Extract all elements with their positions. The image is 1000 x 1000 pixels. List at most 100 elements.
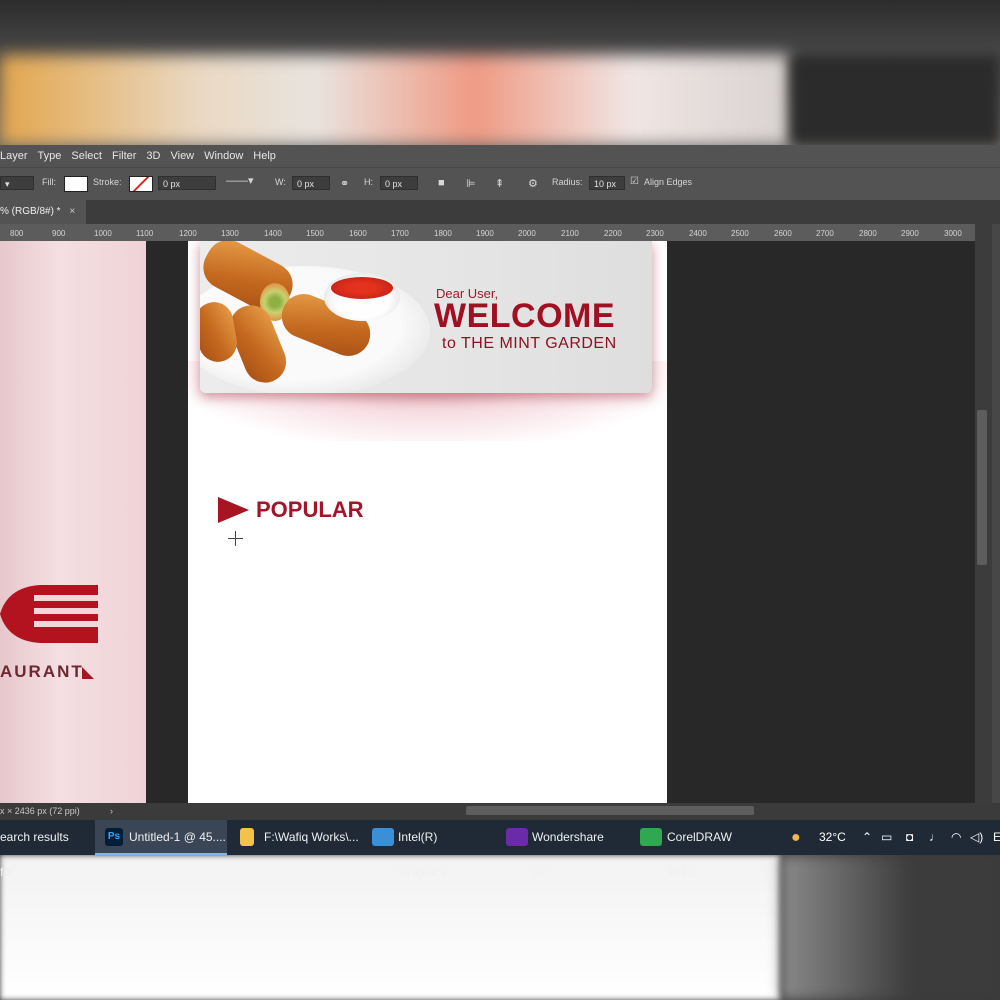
menu-view[interactable]: View (170, 150, 194, 162)
blurred-dark-backdrop-bottom (780, 855, 1000, 1000)
ruler-label: 1400 (264, 229, 282, 238)
taskbar-item-intel[interactable]: Intel(R) Graphics... (366, 820, 494, 879)
gear-icon[interactable]: ⚙ (528, 177, 538, 190)
taskbar-item-wondershare[interactable]: Wondershare Un... (500, 820, 630, 879)
banner-welcome: WELCOME (434, 297, 616, 335)
menu-filter[interactable]: Filter (112, 150, 136, 162)
photoshop-icon: Ps (105, 828, 123, 846)
horizontal-scroll-thumb[interactable] (466, 806, 754, 815)
stroke-label: Stroke: (93, 177, 122, 187)
menu-window[interactable]: Window (204, 150, 243, 162)
chevron-up-icon[interactable]: ⌃ (862, 820, 872, 855)
h-label: H: (364, 177, 373, 187)
menu-bar: Layer Type Select Filter 3D View Window … (0, 145, 1000, 167)
ruler-label: 1700 (391, 229, 409, 238)
ketchup-image (331, 277, 393, 299)
taskbar-item-coreldraw[interactable]: CorelDRAW 2021... (636, 820, 770, 879)
blurred-dark-backdrop (790, 55, 1000, 145)
w-label: W: (275, 177, 286, 187)
weather-icon[interactable]: ● (791, 820, 801, 855)
document-tab-row: % (RGB/8#) * × (0, 200, 1000, 224)
ruler-label: 3000 (944, 229, 962, 238)
align-edges-label: Align Edges (644, 177, 693, 187)
stroke-width-field[interactable]: 0 px (158, 176, 216, 190)
width-field[interactable]: 0 px (292, 176, 330, 190)
align-edges-checkbox[interactable]: ☑ (630, 176, 639, 187)
height-field[interactable]: 0 px (380, 176, 418, 190)
menu-type[interactable]: Type (38, 150, 62, 162)
ruler-label: 2300 (646, 229, 664, 238)
ruler-label: 2900 (901, 229, 919, 238)
taskbar-item-search[interactable]: earch results for... (0, 820, 92, 879)
speaker-icon[interactable]: ◁) (970, 820, 983, 855)
fill-label: Fill: (42, 177, 56, 187)
microphone-icon[interactable]: ♩ (929, 820, 941, 855)
battery-icon[interactable]: ▭ (881, 820, 892, 855)
path-operations-icon[interactable]: ■ (438, 177, 445, 189)
ruler-label: 1000 (94, 229, 112, 238)
folder-icon (240, 828, 254, 846)
menu-3d[interactable]: 3D (146, 150, 160, 162)
main-artboard[interactable]: Dear User, WELCOME to THE MINT GARDEN PO… (188, 241, 667, 803)
ruler-label: 2800 (859, 229, 877, 238)
wondershare-icon (506, 828, 528, 846)
taskbar-item-label: F:\Wafiq Works\... (264, 830, 359, 844)
taskbar-item-explorer[interactable]: F:\Wafiq Works\... (232, 820, 360, 855)
taskbar-item-label: Wondershare Un... (532, 830, 604, 879)
left-artboard[interactable] (0, 241, 146, 803)
radius-field[interactable]: 10 px (589, 176, 625, 190)
close-icon[interactable]: × (69, 206, 75, 217)
crosshair-cursor-icon (228, 531, 243, 546)
welcome-banner[interactable]: Dear User, WELCOME to THE MINT GARDEN (200, 241, 652, 393)
language-indicator[interactable]: E (993, 820, 1000, 855)
taskbar-item-photoshop[interactable]: Ps Untitled-1 @ 45.... (95, 820, 227, 855)
ruler-label: 2000 (518, 229, 536, 238)
document-tab-title: % (RGB/8#) * (0, 206, 61, 217)
ruler-label: 1900 (476, 229, 494, 238)
document-tab[interactable]: % (RGB/8#) * × (0, 200, 86, 224)
ruler-label: 1800 (434, 229, 452, 238)
intel-graphics-icon (372, 828, 394, 846)
ruler-label: 2700 (816, 229, 834, 238)
ruler-label: 1500 (306, 229, 324, 238)
ruler-label: 2400 (689, 229, 707, 238)
popular-heading: POPULAR (256, 497, 364, 522)
wifi-icon[interactable]: ◠ (951, 820, 961, 855)
status-arrow-icon[interactable]: › (110, 803, 113, 820)
banner-subtitle: to THE MINT GARDEN (442, 335, 617, 352)
blurred-page-backdrop (0, 855, 780, 1000)
ruler-label: 800 (10, 229, 24, 238)
ruler-label: 1300 (221, 229, 239, 238)
ruler-label: 2600 (774, 229, 792, 238)
horizontal-ruler: 800 900 1000 1100 1200 1300 1400 1500 16… (0, 224, 975, 242)
stroke-style-select[interactable]: ——▾ (226, 174, 254, 187)
taskbar-item-label: CorelDRAW 2021... (667, 830, 732, 879)
restaurant-logo-text: AURANT (0, 662, 84, 681)
path-arrangement-icon[interactable]: ⇞ (495, 177, 504, 190)
shape-mode-select[interactable]: ▾ (0, 176, 34, 190)
camera-icon[interactable]: ◘ (906, 820, 913, 855)
windows-taskbar: earch results for... Ps Untitled-1 @ 45.… (0, 820, 1000, 879)
play-triangle-icon (218, 497, 249, 523)
ruler-label: 2200 (604, 229, 622, 238)
panel-edge (992, 224, 1000, 803)
logo-triangle (82, 667, 94, 679)
options-bar: ▾ Fill: Stroke: 0 px ——▾ W: 0 px ⚭ H: 0 … (0, 167, 1000, 201)
weather-temperature[interactable]: 32°C (819, 820, 846, 855)
menu-help[interactable]: Help (253, 150, 276, 162)
taskbar-item-label: Intel(R) Graphics... (398, 830, 457, 879)
stroke-swatch[interactable] (129, 176, 153, 192)
blurred-banner-backdrop (0, 55, 790, 145)
ruler-label: 2100 (561, 229, 579, 238)
coreldraw-icon (640, 828, 662, 846)
menu-select[interactable]: Select (71, 150, 102, 162)
ruler-label: 900 (52, 229, 66, 238)
fill-swatch[interactable] (64, 176, 88, 192)
menu-layer[interactable]: Layer (0, 150, 28, 162)
taskbar-item-label: Untitled-1 @ 45.... (129, 830, 226, 844)
ruler-label: 1600 (349, 229, 367, 238)
vertical-scroll-thumb[interactable] (977, 410, 987, 565)
document-info: x × 2436 px (72 ppi) (0, 806, 80, 816)
path-alignment-icon[interactable]: ⊫ (466, 177, 476, 190)
link-icon[interactable]: ⚭ (340, 177, 349, 190)
